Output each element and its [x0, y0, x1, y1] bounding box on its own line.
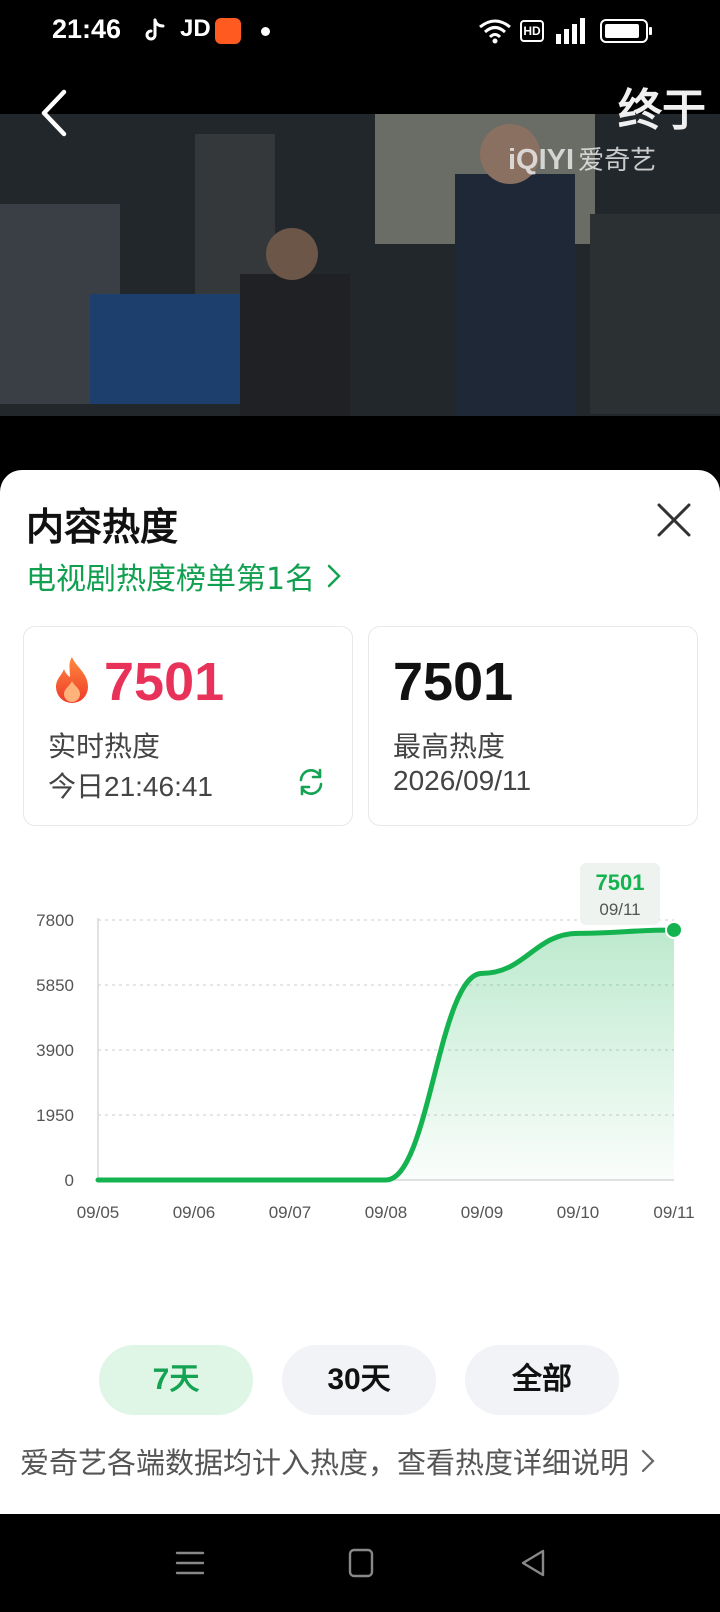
jd-icon: JD: [180, 15, 211, 42]
realtime-heat-value: 7501: [104, 652, 225, 712]
heat-info-link[interactable]: 爱奇艺各端数据均计入热度，查看热度详细说明: [20, 1440, 655, 1482]
video-top-bar: [0, 66, 720, 114]
battery-icon: [600, 19, 652, 43]
x-tick-label: 09/10: [557, 1203, 600, 1222]
refresh-icon[interactable]: [296, 767, 326, 797]
realtime-heat-timestamp: 今日21:46:41: [48, 771, 213, 802]
y-tick-label: 7800: [36, 911, 74, 930]
video-title: 终于: [618, 85, 706, 136]
back-arrow-icon[interactable]: [36, 88, 70, 138]
x-tick-label: 09/08: [365, 1203, 408, 1222]
realtime-heat-card: 7501 实时热度 今日21:46:41: [23, 626, 353, 826]
range-7-days-button[interactable]: 7天: [99, 1345, 253, 1415]
chart-area-fill: [98, 929, 674, 1180]
y-tick-label: 0: [65, 1171, 74, 1190]
tiktok-icon: [145, 18, 165, 41]
chart-tooltip-date: 09/11: [599, 900, 640, 919]
heat-trend-chart: 7800 5850 3900 1950 009/05 09/06 09/07 09/08 09/…: [36, 862, 695, 1222]
y-tick-label: 1950: [36, 1106, 74, 1125]
x-tick-label: 09/07: [269, 1203, 312, 1222]
panel-title: 内容热度: [26, 505, 179, 549]
system-nav-bar: [0, 1514, 720, 1612]
y-tick-label: 3900: [36, 1041, 74, 1060]
chevron-right-icon: [641, 1449, 655, 1473]
home-icon[interactable]: [348, 1548, 374, 1578]
chart-data-point: [665, 920, 683, 939]
back-triangle-icon[interactable]: [520, 1548, 546, 1578]
peak-heat-value: 7501: [393, 652, 514, 712]
x-tick-label: 09/11: [653, 1203, 694, 1222]
peak-heat-card: 7501 最高热度 2026/09/11: [368, 626, 698, 826]
peak-heat-date: 2026/09/11: [393, 765, 532, 796]
hd-badge-icon: HD: [520, 20, 544, 42]
realtime-heat-label: 实时热度: [48, 730, 161, 763]
peak-heat-label: 最高热度: [393, 730, 506, 763]
x-tick-label: 09/09: [461, 1203, 504, 1222]
kuaishou-icon: [215, 18, 241, 44]
status-bar: 21:46 JD HD: [0, 0, 720, 66]
chart-tooltip-value: 7501: [596, 870, 645, 895]
heat-info-text: 爱奇艺各端数据均计入热度，查看热度详细说明: [20, 1446, 630, 1480]
close-icon[interactable]: [656, 502, 692, 538]
menu-icon[interactable]: [175, 1549, 205, 1577]
fire-icon: [56, 657, 88, 703]
signal-5g-icon: [556, 18, 585, 44]
status-time: 21:46: [52, 14, 122, 44]
y-tick-label: 5850: [36, 976, 74, 995]
range-30-days-button[interactable]: 30天: [282, 1345, 436, 1415]
rank-link-label: 电视剧热度榜单第1名: [26, 562, 316, 597]
video-bottom-bar: [0, 416, 720, 470]
x-tick-label: 09/05: [77, 1203, 120, 1222]
range-all-button[interactable]: 全部: [465, 1345, 619, 1415]
chevron-right-icon: [327, 564, 341, 588]
rank-link[interactable]: 电视剧热度榜单第1名: [26, 554, 343, 598]
notification-dot-icon: [261, 27, 270, 36]
wifi-icon: [479, 19, 511, 44]
heat-panel: 内容热度 电视剧热度榜单第1名 7501 实时热度 今日21:46:41 750…: [0, 470, 720, 1514]
x-tick-label: 09/06: [173, 1203, 216, 1222]
iqiyi-watermark: iQIYI 爱奇艺: [508, 144, 657, 176]
